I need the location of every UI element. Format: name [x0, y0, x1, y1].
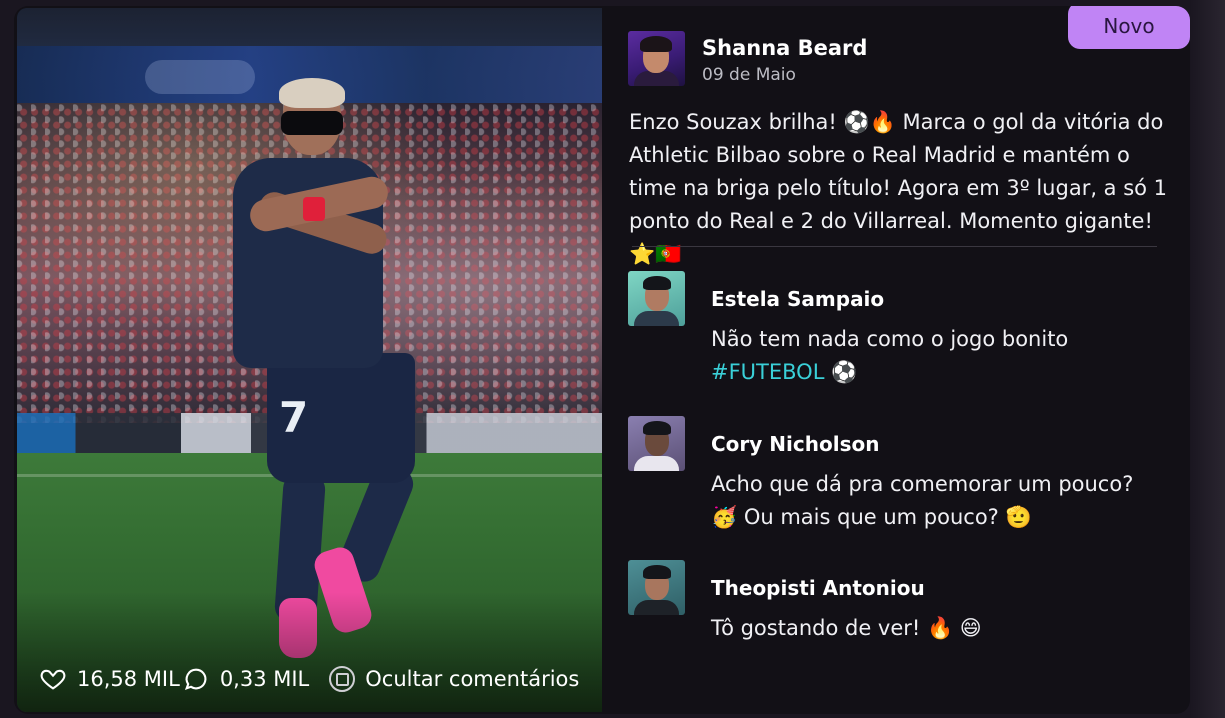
comment-text: Acho que dá pra comemorar um pouco? 🥳 Ou… — [711, 472, 1134, 529]
avatar[interactable] — [628, 560, 685, 615]
divider — [632, 246, 1157, 247]
comment-text: Não tem nada como o jogo bonito #FUTEBOL… — [711, 327, 1069, 384]
post-card: 7 16,58 MIL 0,33 MIL Ocultar comentários… — [14, 6, 1190, 714]
hide-comments-button[interactable]: Ocultar comentários — [329, 666, 579, 692]
likes-count: 16,58 MIL — [77, 667, 180, 691]
author-name[interactable]: Shanna Beard — [702, 36, 867, 60]
author-avatar[interactable] — [628, 31, 685, 86]
comment-text: Tô gostando de ver! 🔥 😄 — [711, 616, 982, 640]
like-button[interactable]: 16,58 MIL — [39, 665, 180, 693]
post-photo[interactable]: 7 16,58 MIL 0,33 MIL Ocultar comentários — [17, 8, 602, 712]
avatar[interactable] — [628, 271, 685, 326]
comment-author[interactable]: Cory Nicholson — [711, 432, 879, 456]
hashtag-link[interactable]: #FUTEBOL — [711, 360, 824, 384]
soccer-ball-emoji: ⚽ — [831, 360, 858, 384]
post-date: 09 de Maio — [702, 65, 796, 85]
speech-bubble-icon — [184, 668, 207, 691]
post-stats: 16,58 MIL 0,33 MIL Ocultar comentários — [39, 664, 579, 694]
hide-comments-icon — [329, 666, 356, 692]
background-edge — [1190, 0, 1225, 718]
avatar[interactable] — [628, 416, 685, 471]
hide-comments-label: Ocultar comentários — [365, 667, 580, 691]
comments-count: 0,33 MIL — [219, 667, 310, 691]
comment-author[interactable]: Theopisti Antoniou — [711, 576, 925, 600]
comments-button[interactable]: 0,33 MIL — [182, 665, 309, 693]
new-badge: Novo — [1068, 6, 1190, 49]
heart-icon — [40, 669, 66, 690]
comment-author[interactable]: Estela Sampaio — [711, 287, 884, 311]
